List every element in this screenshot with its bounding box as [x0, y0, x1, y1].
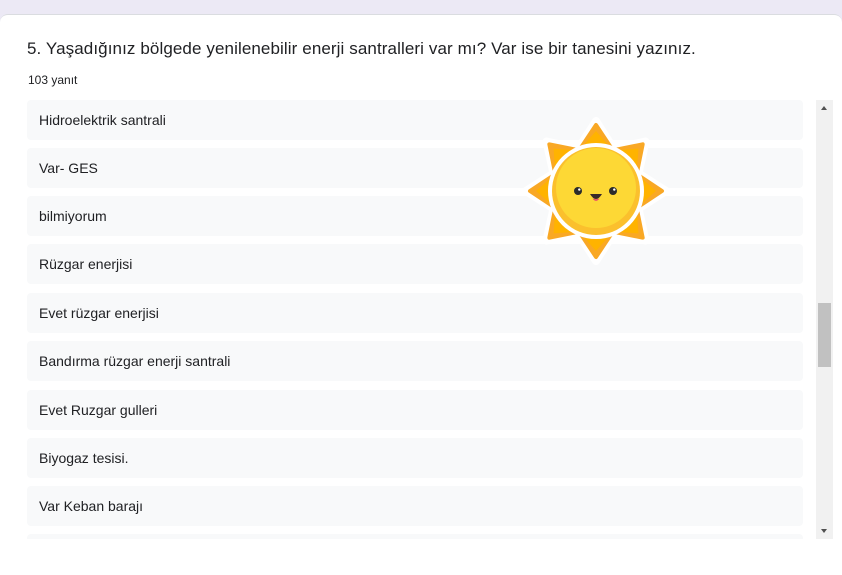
list-item: Evet Ruzgar gulleri [27, 390, 803, 430]
list-item: Rüzgar enerjisi [27, 244, 803, 284]
list-item: Var- GES [27, 148, 803, 188]
scrollbar-thumb[interactable] [818, 303, 831, 367]
response-count: 103 yanıt [28, 73, 78, 87]
sun-left-eye [574, 187, 582, 195]
answer-list-scrollbar[interactable] [816, 100, 833, 539]
list-item: Hidroelektrik santrali [27, 100, 803, 140]
list-item: Bandırma rüzgar enerji santrali [27, 341, 803, 381]
scroll-up-arrow-icon[interactable] [816, 100, 833, 117]
sun-face-icon [522, 117, 670, 265]
sun-right-eye [609, 187, 617, 195]
list-item: bilmiyorum [27, 196, 803, 236]
list-item [27, 534, 803, 539]
scroll-down-arrow-icon[interactable] [816, 522, 833, 539]
list-item: Biyogaz tesisi. [27, 438, 803, 478]
question-title: 5. Yaşadığınız bölgede yenilenebilir ene… [27, 39, 696, 58]
list-item: Evet rüzgar enerjisi [27, 293, 803, 333]
answer-list[interactable]: Hidroelektrik santrali Var- GES bilmiyor… [27, 100, 803, 539]
list-item: Var Keban barajı [27, 486, 803, 526]
